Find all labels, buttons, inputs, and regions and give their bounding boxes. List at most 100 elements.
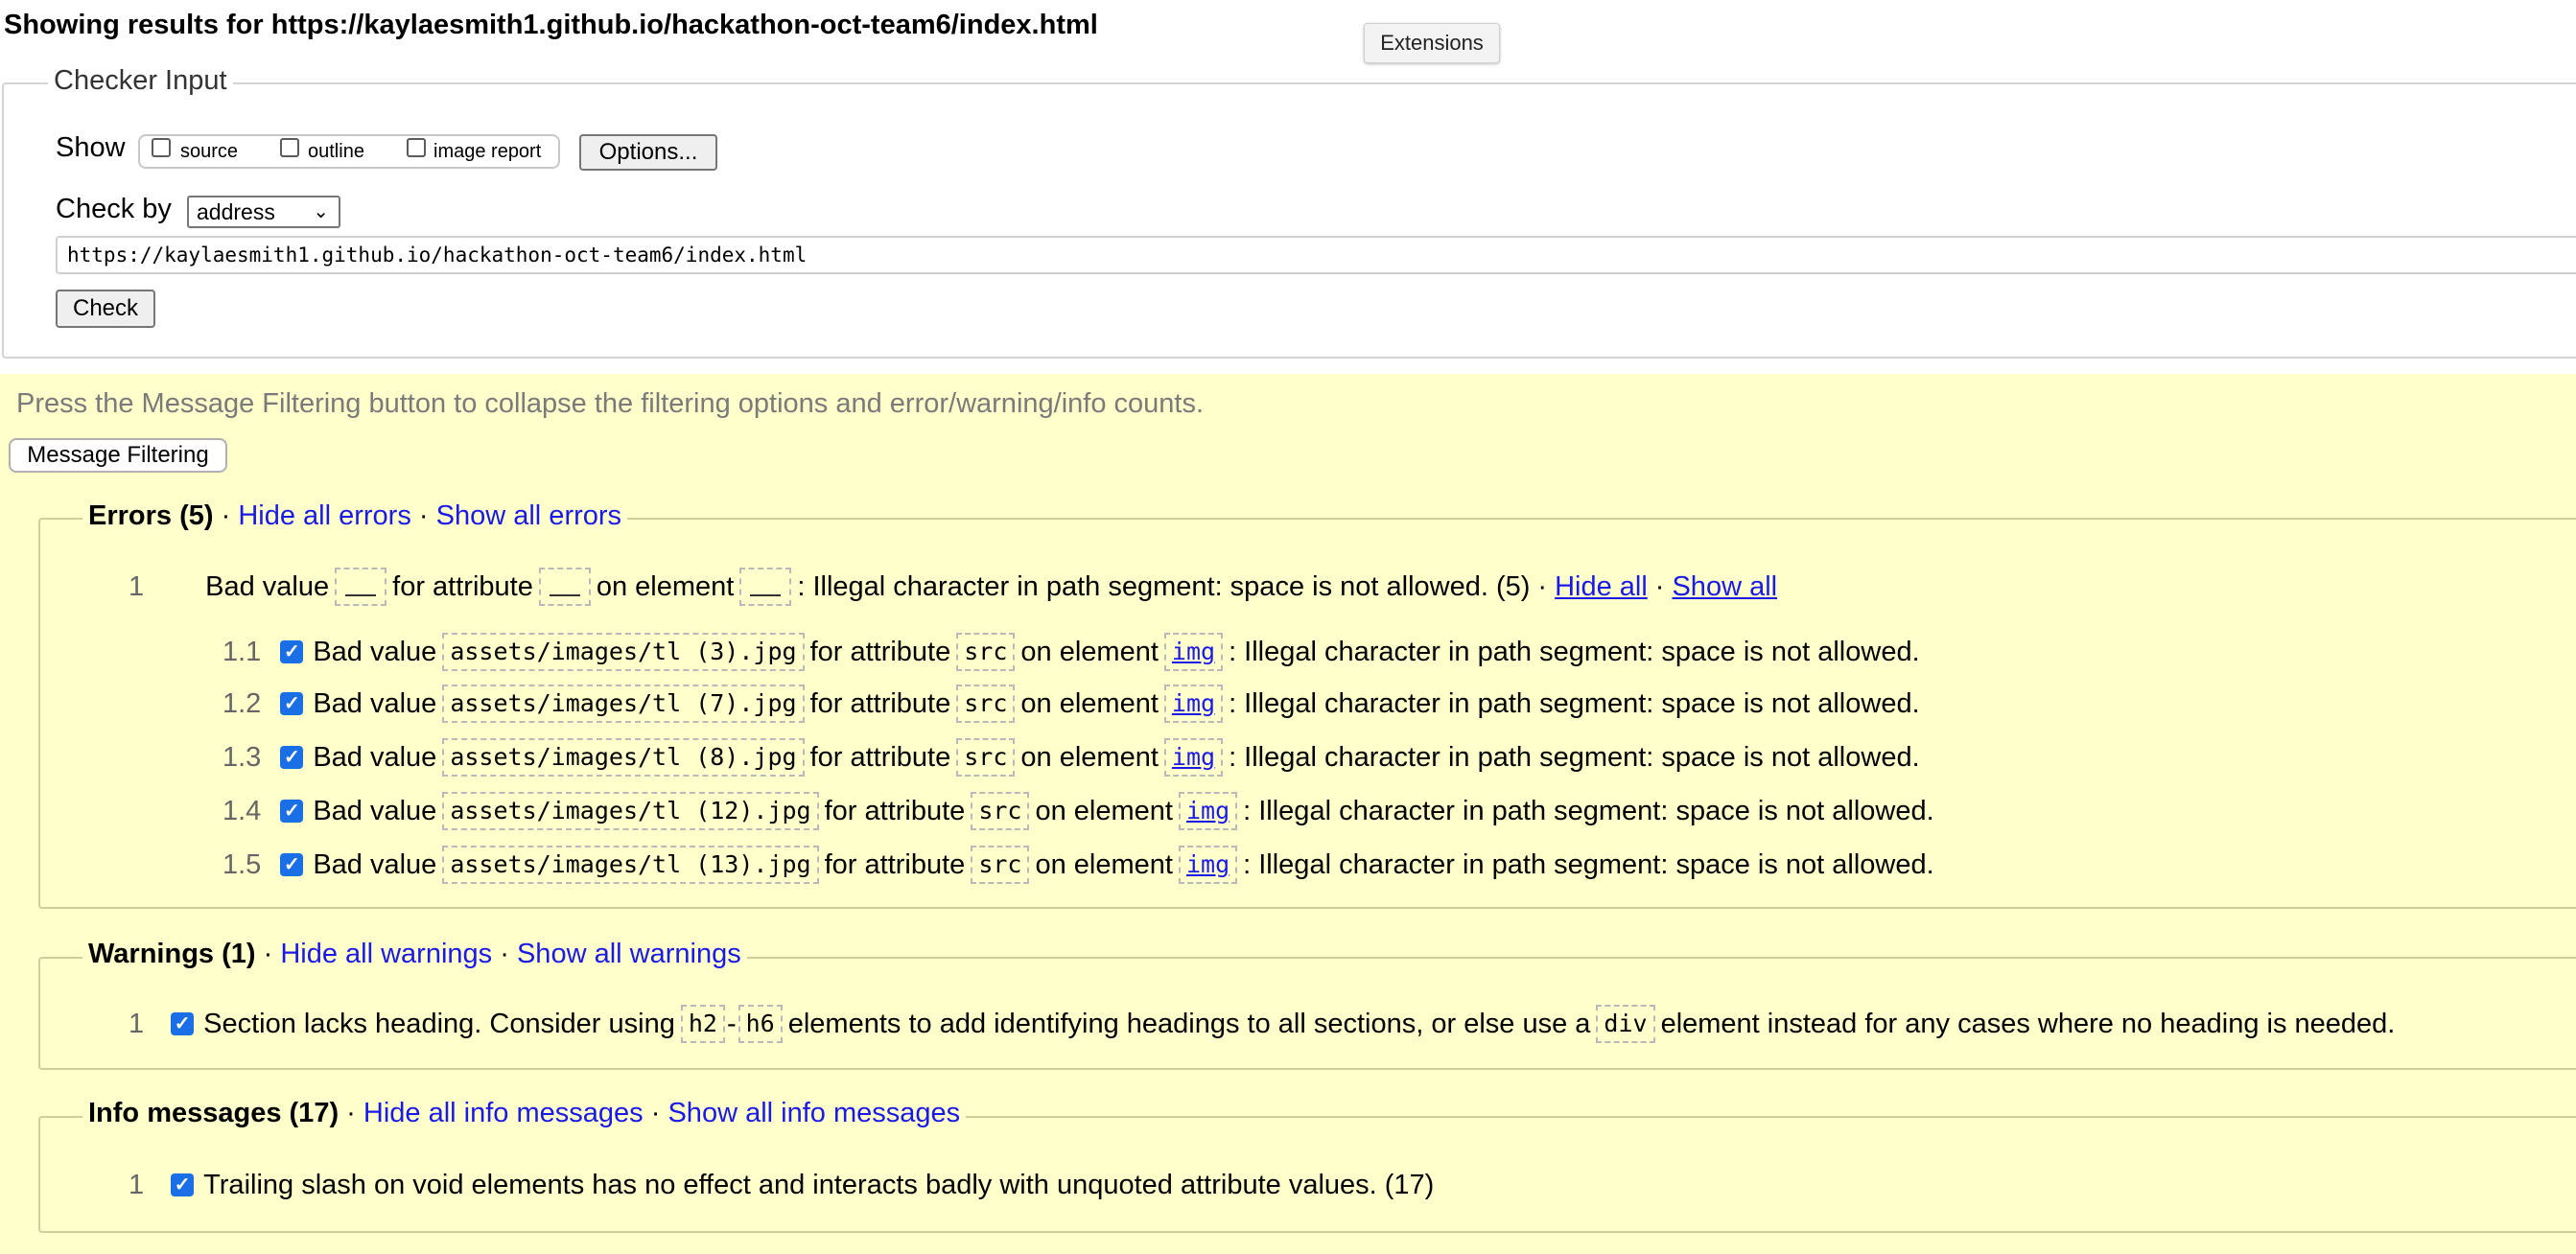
error-item: 1.2 ✓ Bad value assets/images/tl (7).jpg… bbox=[222, 683, 1920, 725]
chevron-down-icon: ⌄ bbox=[313, 201, 329, 222]
element-link[interactable]: img bbox=[1163, 633, 1224, 671]
error-text: for attribute bbox=[824, 795, 966, 826]
error-text: Bad value bbox=[313, 795, 437, 826]
attribute-code: src bbox=[971, 846, 1030, 884]
info-legend: Info messages (17) · Hide all info messa… bbox=[82, 1098, 967, 1129]
show-label: Show bbox=[56, 132, 126, 163]
outline-label: outline bbox=[308, 141, 364, 162]
error-message: : Illegal character in path segment: spa… bbox=[1229, 741, 1920, 773]
separator: · bbox=[346, 1098, 356, 1128]
error-text: on element bbox=[1035, 795, 1173, 826]
url-input[interactable]: https://kaylaesmith1.github.io/hackathon… bbox=[56, 236, 2576, 274]
group-text: on element bbox=[596, 570, 735, 602]
warning-item-number: 1 bbox=[129, 1008, 145, 1039]
separator: · bbox=[263, 939, 273, 969]
dash: - bbox=[726, 1008, 737, 1039]
show-all-warnings-link[interactable]: Show all warnings bbox=[517, 939, 741, 969]
error-item-number: 1.1 bbox=[222, 636, 262, 667]
errors-legend: Errors (5) · Hide all errors · Show all … bbox=[82, 500, 628, 532]
error-item-number: 1.2 bbox=[222, 687, 262, 719]
checkbox-checked-icon[interactable]: ✓ bbox=[280, 746, 304, 769]
extensions-tooltip: Extensions bbox=[1364, 23, 1500, 63]
error-item-number: 1.4 bbox=[222, 795, 262, 826]
warnings-title: Warnings (1) bbox=[88, 939, 256, 969]
error-text: on element bbox=[1020, 636, 1159, 667]
error-text: Bad value bbox=[313, 636, 437, 667]
source-label: source bbox=[180, 141, 239, 162]
bad-value-code: assets/images/tl (7).jpg bbox=[442, 685, 805, 723]
value-placeholder bbox=[335, 568, 387, 606]
attribute-code: src bbox=[956, 738, 1016, 777]
group-text: for attribute bbox=[392, 570, 533, 602]
error-message: : Illegal character in path segment: spa… bbox=[1243, 848, 1934, 880]
error-text: Bad value bbox=[313, 848, 437, 880]
element-link[interactable]: img bbox=[1163, 738, 1224, 777]
warning-text: elements to add identifying headings to … bbox=[787, 1008, 1591, 1039]
source-checkbox[interactable] bbox=[152, 138, 171, 157]
error-text: for attribute bbox=[809, 741, 951, 773]
info-item-number: 1 bbox=[129, 1169, 145, 1200]
show-all-info-link[interactable]: Show all info messages bbox=[667, 1098, 960, 1128]
group-number: 1 bbox=[129, 570, 145, 602]
bad-value-code: assets/images/tl (8).jpg bbox=[442, 738, 805, 777]
warning-text: Section lacks heading. Consider using bbox=[203, 1008, 675, 1039]
group-message: : Illegal character in path segment: spa… bbox=[797, 570, 1531, 602]
error-text: on element bbox=[1020, 687, 1159, 719]
attribute-code: src bbox=[956, 633, 1016, 671]
options-button[interactable]: Options... bbox=[579, 134, 717, 171]
hide-all-info-link[interactable]: Hide all info messages bbox=[363, 1098, 644, 1128]
error-text: Bad value bbox=[313, 741, 437, 773]
error-item-number: 1.5 bbox=[222, 848, 262, 880]
bad-value-code: assets/images/tl (3).jpg bbox=[442, 633, 805, 671]
div-code: div bbox=[1596, 1005, 1655, 1043]
bad-value-code: assets/images/tl (12).jpg bbox=[442, 792, 819, 830]
outline-checkbox[interactable] bbox=[280, 138, 299, 157]
attribute-code: src bbox=[956, 685, 1016, 723]
element-link[interactable]: img bbox=[1178, 792, 1238, 830]
image-report-checkbox[interactable] bbox=[407, 138, 426, 157]
show-all-link[interactable]: Show all bbox=[1672, 571, 1777, 603]
checkbox-checked-icon[interactable]: ✓ bbox=[171, 1173, 195, 1196]
error-item: 1.4 ✓ Bad value assets/images/tl (12).jp… bbox=[222, 790, 1934, 832]
checker-input-legend: Checker Input bbox=[48, 65, 233, 97]
check-by-label: Check by bbox=[56, 194, 172, 224]
error-message: : Illegal character in path segment: spa… bbox=[1229, 687, 1920, 719]
h6-code: h6 bbox=[738, 1005, 783, 1043]
error-item: 1.1 ✓ Bad value assets/images/tl (3).jpg… bbox=[222, 631, 1920, 673]
error-text: Bad value bbox=[313, 687, 437, 719]
info-title: Info messages (17) bbox=[88, 1098, 340, 1128]
error-item-number: 1.3 bbox=[222, 741, 262, 773]
separator: · bbox=[418, 500, 429, 531]
separator: · bbox=[500, 939, 509, 969]
filtering-hint: Press the Message Filtering button to co… bbox=[16, 388, 1205, 419]
checkbox-checked-icon[interactable]: ✓ bbox=[280, 640, 304, 663]
error-message: : Illegal character in path segment: spa… bbox=[1243, 795, 1934, 826]
error-item: 1.5 ✓ Bad value assets/images/tl (13).jp… bbox=[222, 844, 1934, 886]
hide-all-link[interactable]: Hide all bbox=[1555, 571, 1648, 603]
group-text: Bad value bbox=[205, 570, 330, 602]
hide-all-warnings-link[interactable]: Hide all warnings bbox=[280, 939, 492, 969]
check-button[interactable]: Check bbox=[56, 290, 155, 328]
separator: · bbox=[1537, 570, 1548, 602]
error-text: for attribute bbox=[824, 848, 966, 880]
separator: · bbox=[221, 500, 231, 531]
checkbox-checked-icon[interactable]: ✓ bbox=[280, 800, 304, 823]
checkbox-checked-icon[interactable]: ✓ bbox=[171, 1012, 195, 1035]
error-item: 1.3 ✓ Bad value assets/images/tl (8).jpg… bbox=[222, 736, 1920, 778]
error-message: : Illegal character in path segment: spa… bbox=[1229, 636, 1920, 667]
element-link[interactable]: img bbox=[1178, 846, 1238, 884]
info-text: Trailing slash on void elements has no e… bbox=[203, 1169, 1435, 1200]
h2-code: h2 bbox=[680, 1005, 725, 1043]
attribute-placeholder bbox=[538, 568, 591, 606]
results-heading: Showing results for https://kaylaesmith1… bbox=[4, 10, 1098, 40]
check-by-select[interactable]: address ⌄ bbox=[187, 196, 340, 228]
element-placeholder bbox=[739, 568, 792, 606]
separator: · bbox=[650, 1098, 661, 1128]
checkbox-checked-icon[interactable]: ✓ bbox=[280, 853, 304, 876]
element-link[interactable]: img bbox=[1163, 685, 1224, 723]
hide-all-errors-link[interactable]: Hide all errors bbox=[238, 500, 411, 531]
checkbox-checked-icon[interactable]: ✓ bbox=[280, 692, 304, 715]
message-filtering-button[interactable]: Message Filtering bbox=[9, 438, 227, 473]
error-text: for attribute bbox=[809, 687, 951, 719]
show-all-errors-link[interactable]: Show all errors bbox=[436, 500, 621, 531]
